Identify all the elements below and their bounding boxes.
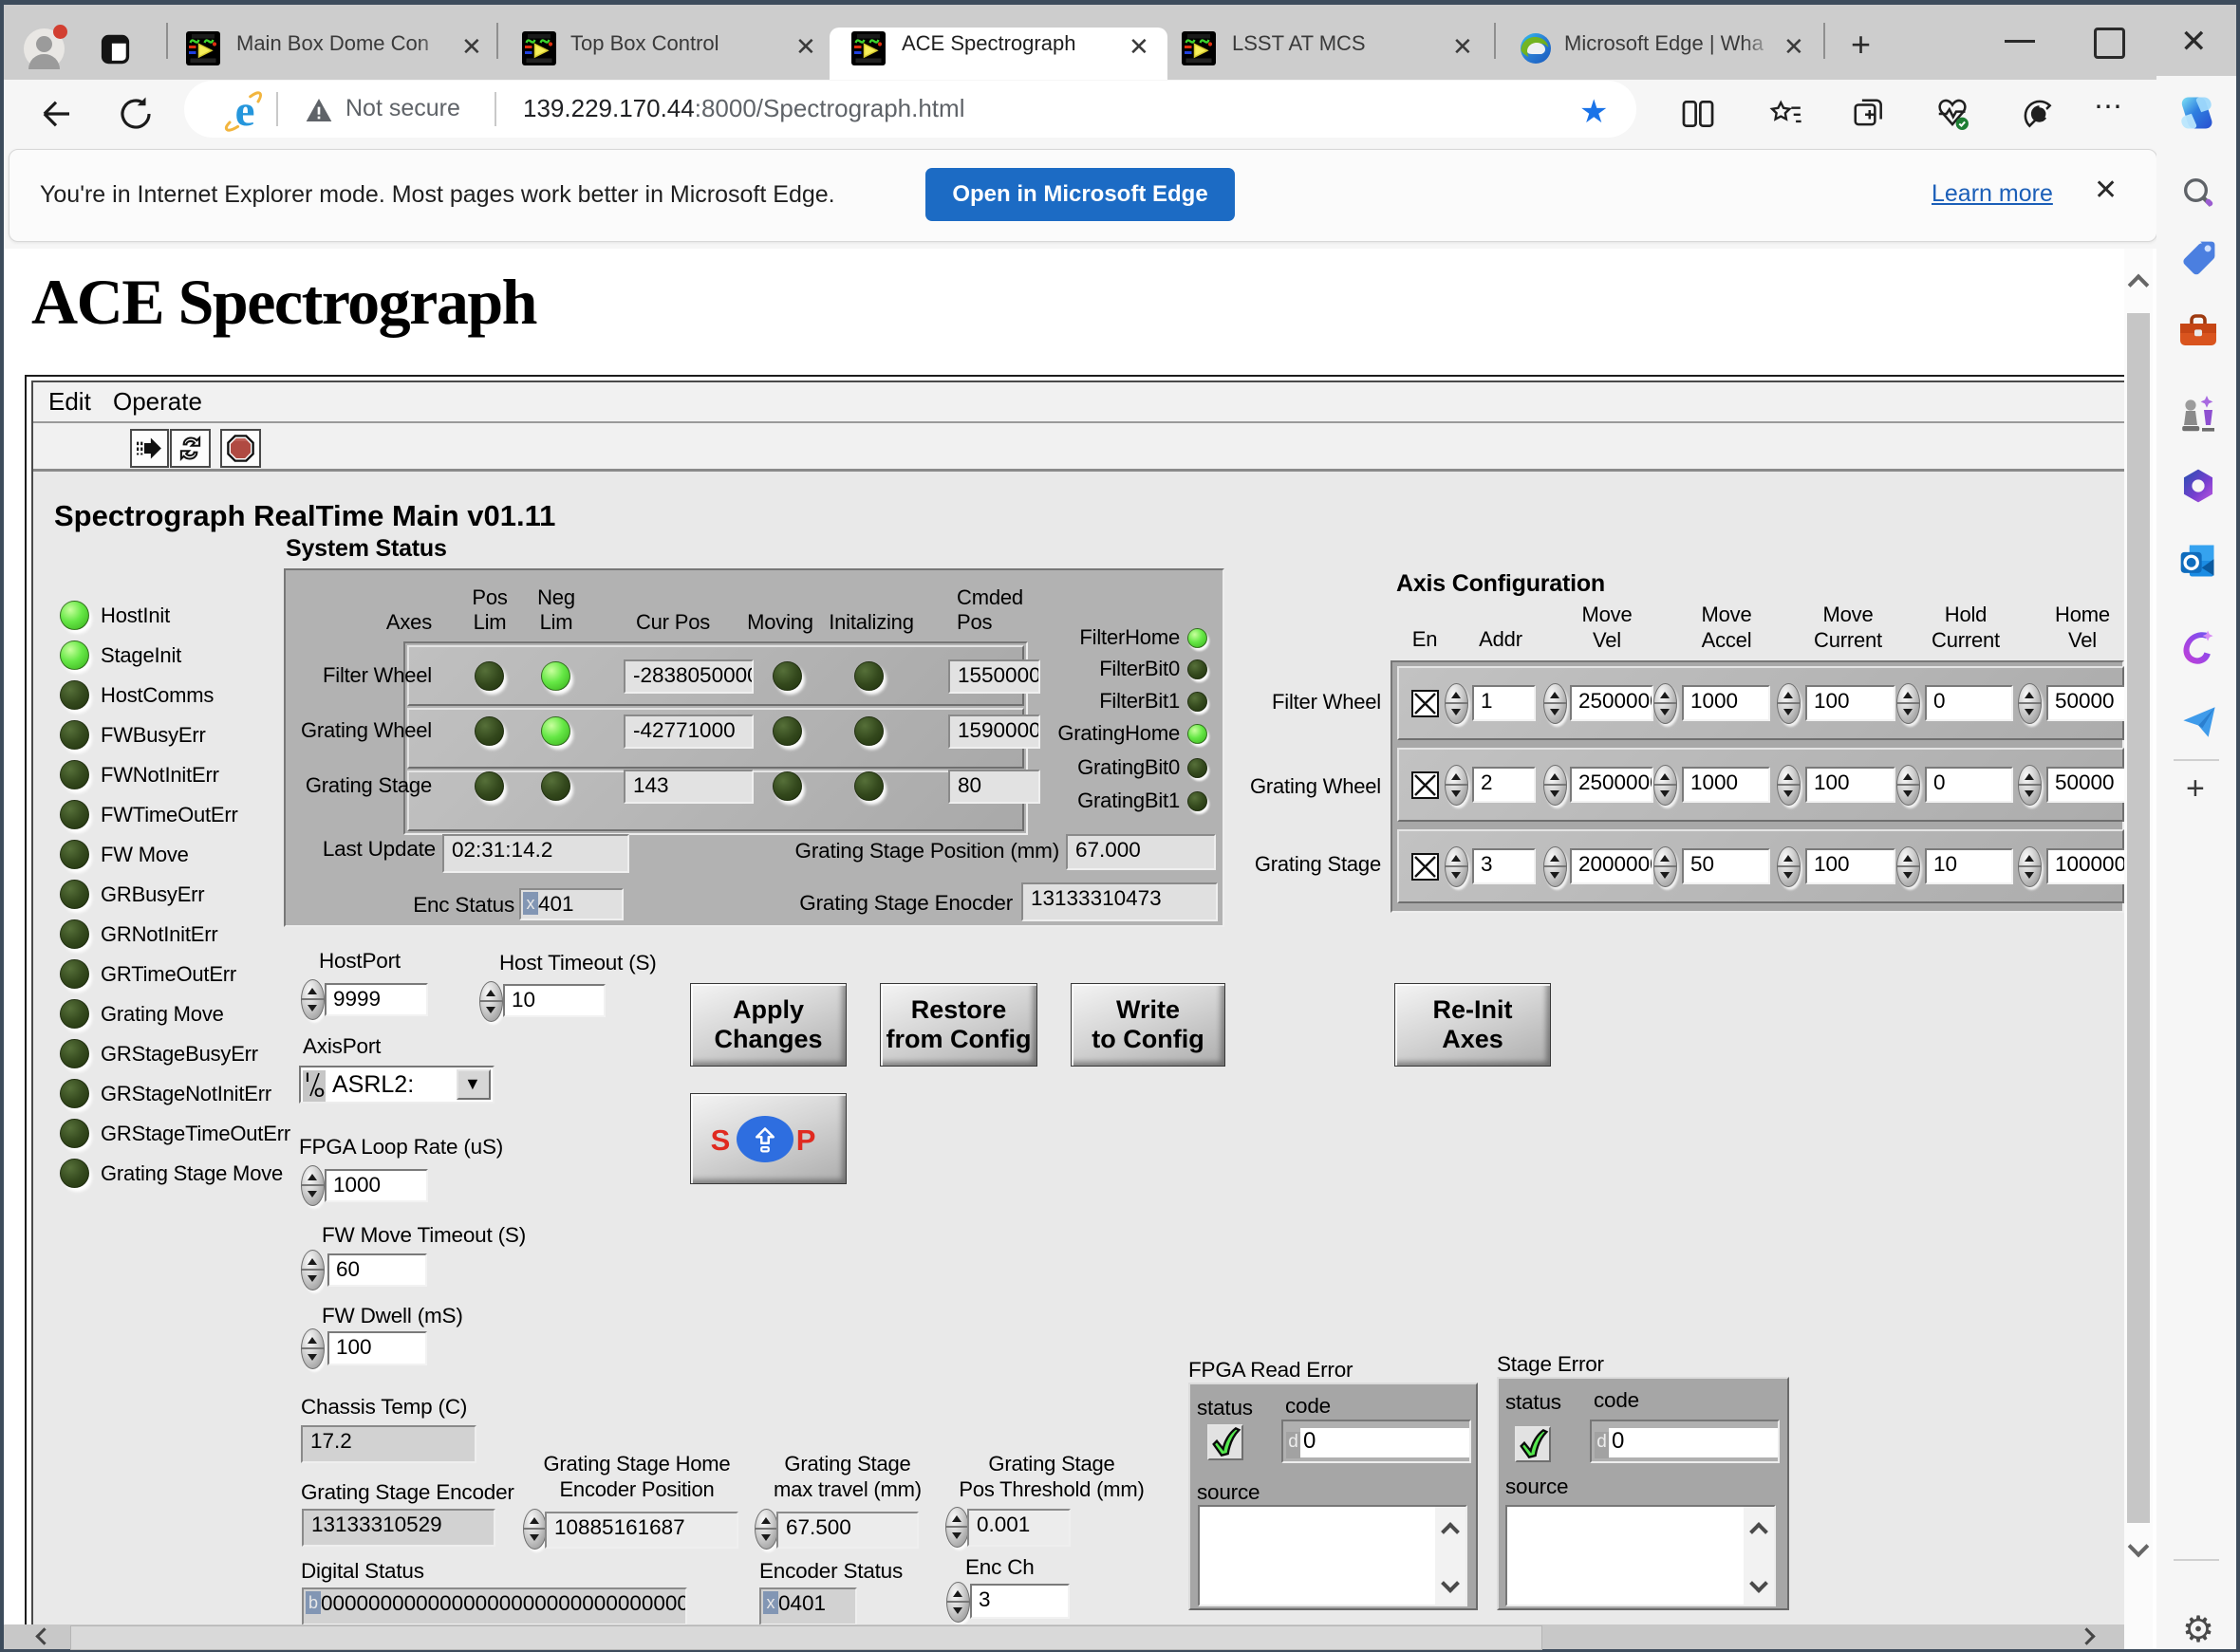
svg-text:I: I: [306, 1069, 309, 1085]
svg-text:O: O: [314, 1085, 325, 1100]
